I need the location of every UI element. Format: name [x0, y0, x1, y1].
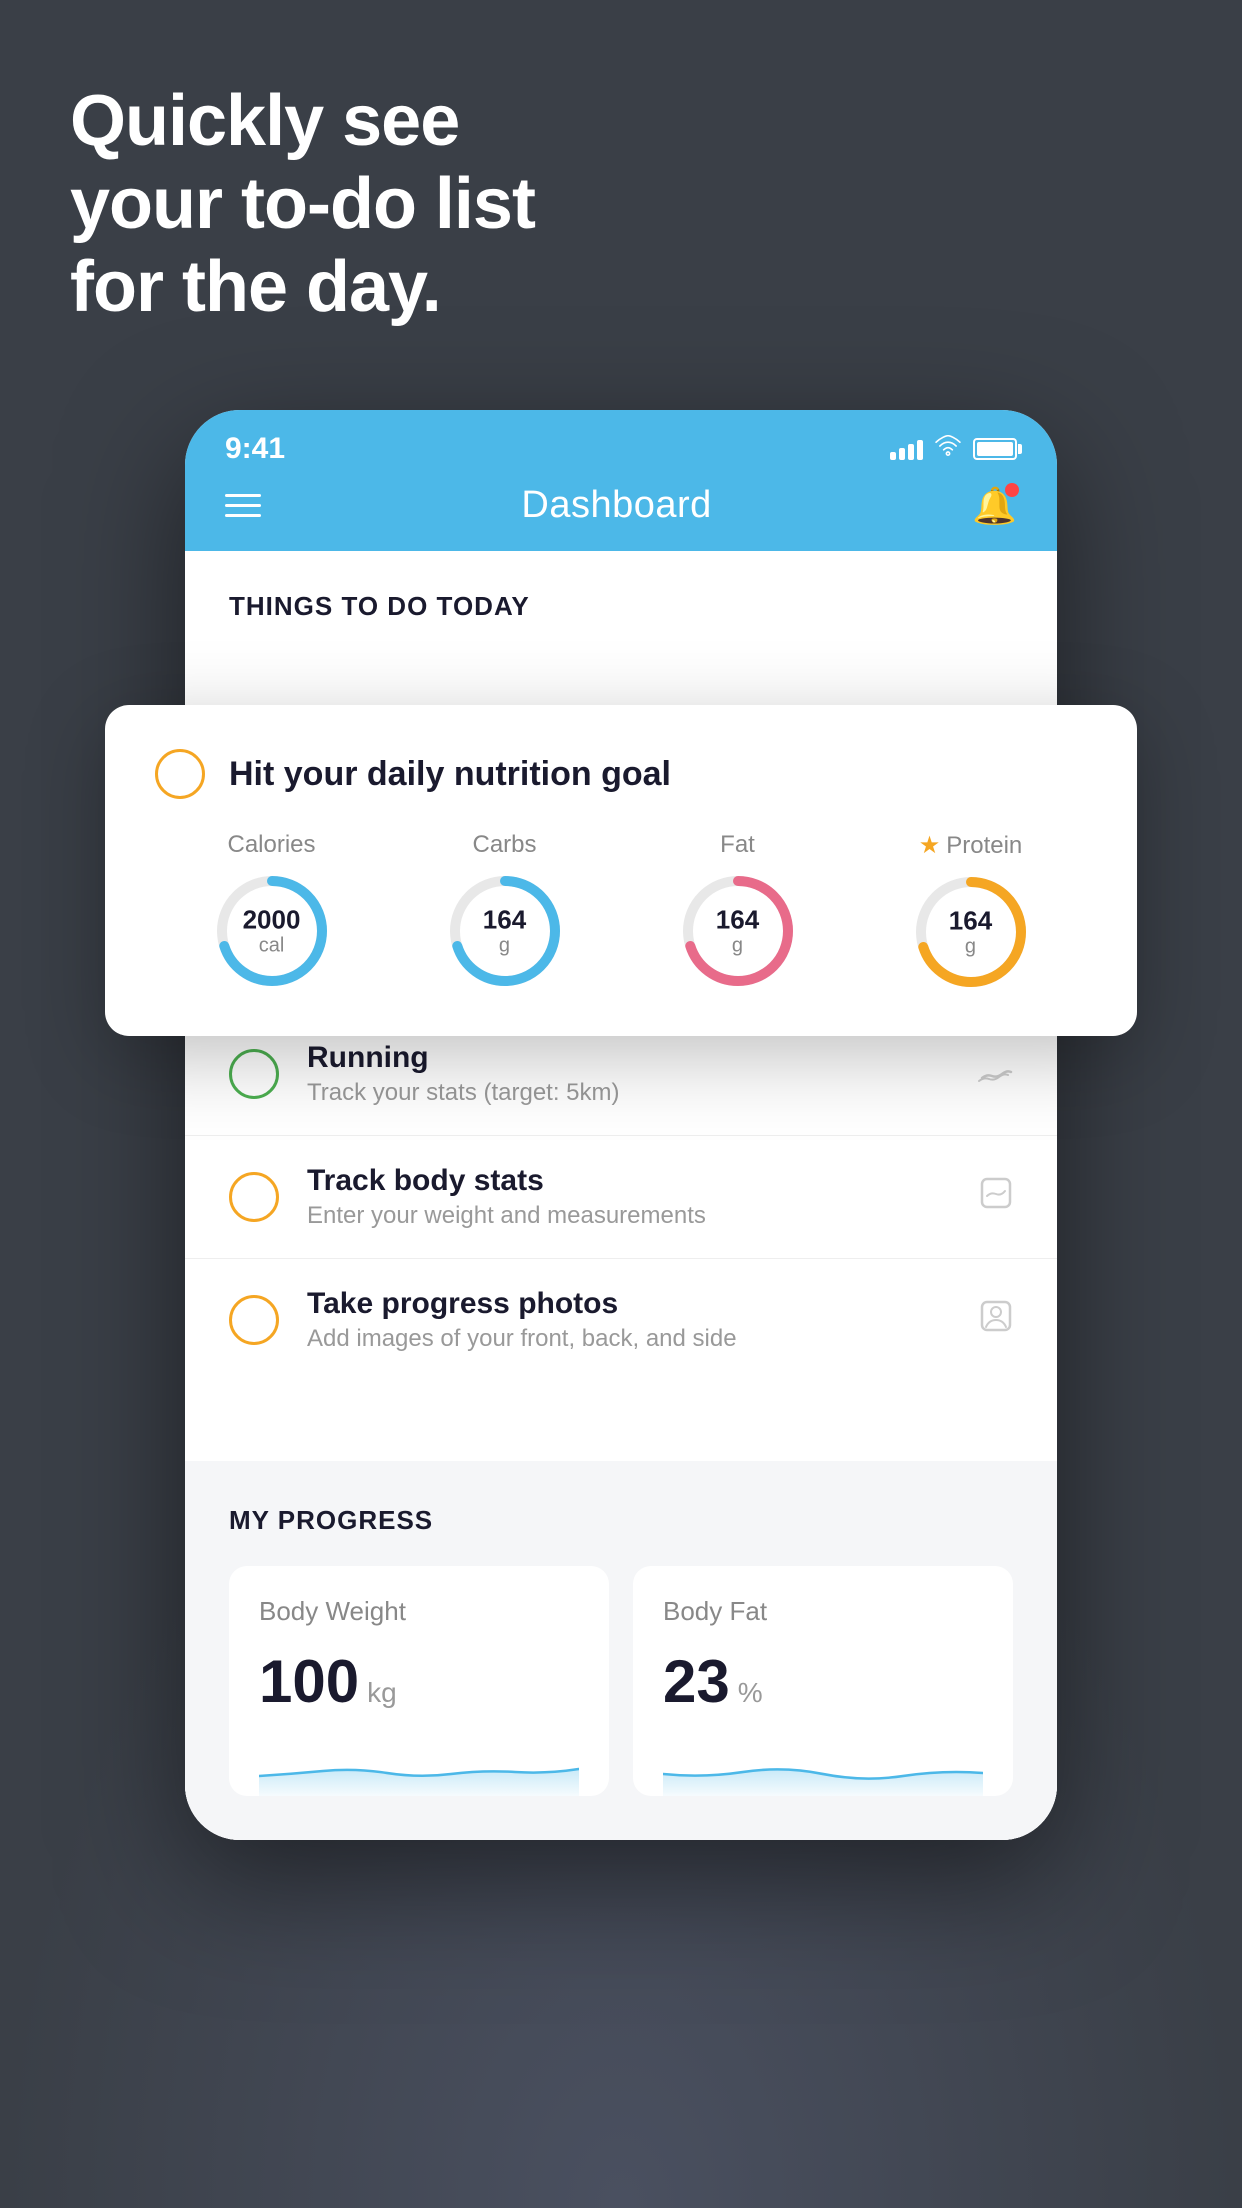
running-icon	[977, 1053, 1013, 1095]
hero-line1: Quickly see	[70, 80, 535, 163]
photos-subtitle: Add images of your front, back, and side	[307, 1325, 979, 1353]
photos-text: Take progress photos Add images of your …	[307, 1287, 979, 1353]
signal-bars-icon	[890, 438, 923, 460]
hero-text: Quickly see your to-do list for the day.	[70, 80, 535, 328]
battery-fill	[977, 442, 1013, 456]
running-text: Running Track your stats (target: 5km)	[307, 1041, 977, 1107]
protein-label: ★ Protein	[919, 831, 1023, 860]
body-weight-chart	[259, 1736, 579, 1796]
hamburger-line-3	[225, 514, 261, 517]
carbs-donut: 164 g	[445, 871, 565, 991]
calories-value-text: 2000 cal	[243, 906, 301, 957]
body-weight-unit: kg	[367, 1677, 397, 1709]
fat-label: Fat	[720, 831, 755, 859]
track-body-title: Track body stats	[307, 1164, 979, 1198]
body-weight-value-row: 100 kg	[259, 1647, 579, 1716]
fat-value-text: 164 g	[716, 906, 759, 957]
protein-item: ★ Protein 164 g	[911, 831, 1031, 992]
signal-bar-2	[899, 448, 905, 460]
hamburger-line-1	[225, 494, 261, 497]
signal-bar-4	[917, 440, 923, 460]
card-title-row: Hit your daily nutrition goal	[155, 749, 1087, 799]
list-item[interactable]: Take progress photos Add images of your …	[185, 1258, 1057, 1381]
scale-icon	[979, 1176, 1013, 1219]
hero-line3: for the day.	[70, 246, 535, 329]
track-body-subtitle: Enter your weight and measurements	[307, 1202, 979, 1230]
signal-bar-1	[890, 452, 896, 460]
spacer	[185, 1381, 1057, 1441]
things-to-do-header: THINGS TO DO TODAY	[185, 551, 1057, 642]
body-fat-card[interactable]: Body Fat 23 %	[633, 1566, 1013, 1796]
status-icons	[890, 435, 1017, 463]
body-fat-title: Body Fat	[663, 1596, 983, 1627]
protein-value-text: 164 g	[949, 907, 992, 958]
nutrition-goal-card: Hit your daily nutrition goal Calories 2…	[105, 705, 1137, 1036]
body-fat-number: 23	[663, 1647, 730, 1716]
carbs-item: Carbs 164 g	[445, 831, 565, 991]
calories-item: Calories 2000 cal	[212, 831, 332, 991]
person-icon	[979, 1299, 1013, 1342]
nav-title: Dashboard	[521, 484, 711, 527]
notification-dot	[1005, 483, 1019, 497]
body-weight-number: 100	[259, 1647, 359, 1716]
body-fat-value-row: 23 %	[663, 1647, 983, 1716]
hamburger-menu-icon[interactable]	[225, 494, 261, 517]
phone-mockup: 9:41 Dashboard 🔔	[185, 410, 1057, 1840]
track-body-text: Track body stats Enter your weight and m…	[307, 1164, 979, 1230]
progress-cards: Body Weight 100 kg	[229, 1566, 1013, 1796]
body-weight-card[interactable]: Body Weight 100 kg	[229, 1566, 609, 1796]
nutrition-circles-row: Calories 2000 cal Carbs	[155, 831, 1087, 992]
nutrition-checkbox[interactable]	[155, 749, 205, 799]
hero-line2: your to-do list	[70, 163, 535, 246]
body-weight-title: Body Weight	[259, 1596, 579, 1627]
status-bar: 9:41	[185, 410, 1057, 470]
photos-checkbox[interactable]	[229, 1295, 279, 1345]
fat-item: Fat 164 g	[678, 831, 798, 991]
list-item[interactable]: Track body stats Enter your weight and m…	[185, 1135, 1057, 1258]
running-title: Running	[307, 1041, 977, 1075]
wifi-icon	[935, 435, 961, 463]
progress-section: MY PROGRESS Body Weight 100 kg	[185, 1461, 1057, 1840]
nav-bar: Dashboard 🔔	[185, 470, 1057, 551]
body-fat-chart	[663, 1736, 983, 1796]
track-body-checkbox[interactable]	[229, 1172, 279, 1222]
notification-bell-button[interactable]: 🔔	[972, 485, 1017, 527]
carbs-value-text: 164 g	[483, 906, 526, 957]
fat-donut: 164 g	[678, 871, 798, 991]
calories-donut: 2000 cal	[212, 871, 332, 991]
calories-label: Calories	[227, 831, 315, 859]
progress-header: MY PROGRESS	[229, 1505, 1013, 1536]
carbs-label: Carbs	[472, 831, 536, 859]
status-time: 9:41	[225, 432, 285, 466]
running-subtitle: Track your stats (target: 5km)	[307, 1079, 977, 1107]
star-icon: ★	[919, 831, 941, 860]
battery-icon	[973, 438, 1017, 460]
signal-bar-3	[908, 444, 914, 460]
protein-donut: 164 g	[911, 872, 1031, 992]
body-fat-unit: %	[738, 1677, 763, 1709]
photos-title: Take progress photos	[307, 1287, 979, 1321]
running-checkbox[interactable]	[229, 1049, 279, 1099]
hamburger-line-2	[225, 504, 261, 507]
nutrition-card-title: Hit your daily nutrition goal	[229, 755, 671, 794]
